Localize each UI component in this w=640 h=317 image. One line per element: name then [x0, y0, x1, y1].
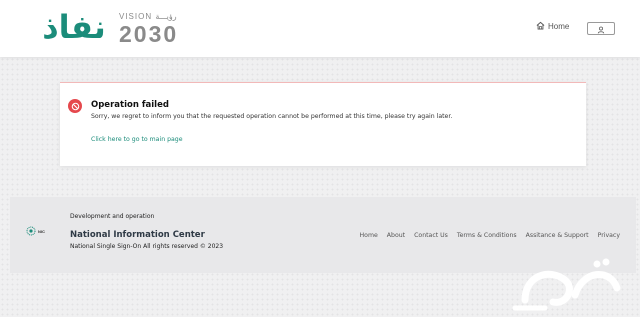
footer-nav: Home About Contact Us Terms & Conditions…: [360, 232, 620, 239]
home-link[interactable]: Home: [536, 19, 569, 33]
vision-year: 2030: [119, 21, 179, 47]
alert-message: Sorry, we regret to inform you that the …: [91, 113, 453, 120]
watermark-emblem: [505, 250, 635, 314]
footer-link-privacy[interactable]: Privacy: [598, 232, 620, 239]
development-label: Development and operation: [70, 213, 155, 220]
nic-logo: NIC: [26, 224, 62, 238]
header: نفاذ VISION رؤيـــة 2030 Home: [0, 0, 640, 57]
footer-link-terms[interactable]: Terms & Conditions: [457, 232, 517, 239]
alert-title: Operation failed: [91, 100, 169, 110]
footer-link-about[interactable]: About: [387, 232, 405, 239]
user-button[interactable]: [587, 22, 615, 35]
user-icon: [597, 19, 605, 38]
main-page-link[interactable]: Click here to go to main page: [91, 136, 183, 143]
footer-link-home[interactable]: Home: [360, 232, 378, 239]
footer-link-support[interactable]: Assitance & Support: [526, 232, 589, 239]
nafath-logo[interactable]: نفاذ: [42, 7, 106, 47]
nic-logo-text: NIC: [38, 228, 45, 234]
footer-link-contact[interactable]: Contact Us: [414, 232, 448, 239]
nic-emblem-icon: [26, 226, 36, 236]
copyright-text: National Single Sign-On All rights reser…: [70, 243, 224, 250]
home-link-label: Home: [548, 21, 570, 31]
vision-2030-logo: VISION رؤيـــة 2030: [119, 12, 191, 48]
block-icon: [68, 99, 82, 113]
nafath-logo-text: نفاذ: [42, 8, 106, 46]
home-icon: [536, 21, 545, 32]
organization-name: National Information Center: [70, 230, 205, 240]
error-alert-card: Operation failed Sorry, we regret to inf…: [60, 82, 586, 166]
